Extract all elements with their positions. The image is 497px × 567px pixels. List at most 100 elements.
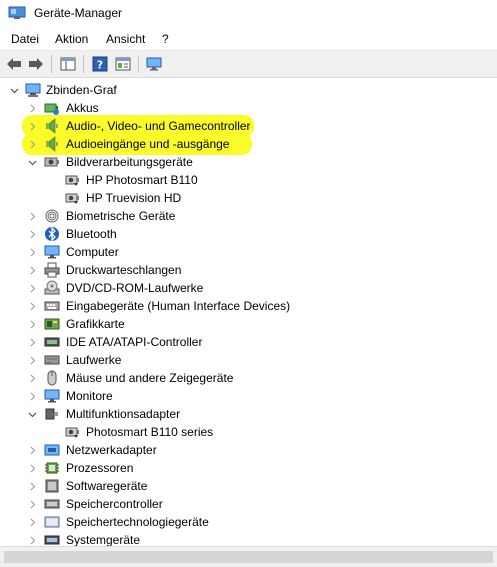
- tree-item[interactable]: Multifunktionsadapter: [0, 405, 497, 423]
- forward-button[interactable]: [26, 54, 46, 74]
- tree-item[interactable]: Audioeingänge und -ausgänge: [0, 133, 497, 155]
- back-button[interactable]: [4, 54, 24, 74]
- tree-root[interactable]: Zbinden-Graf: [0, 81, 497, 99]
- menu-action[interactable]: Aktion: [53, 32, 90, 46]
- speaker-icon: [46, 118, 58, 134]
- back-arrow-icon: [7, 58, 21, 70]
- chevron-right-icon[interactable]: [27, 297, 37, 315]
- scrollbar-thumb[interactable]: [4, 551, 493, 563]
- mouse-icon: [47, 370, 57, 386]
- menu-view[interactable]: Ansicht: [104, 32, 147, 46]
- tree-child-label: Photosmart B110 series: [86, 425, 214, 439]
- chevron-right-icon[interactable]: [27, 477, 37, 495]
- tree-item[interactable]: IDE ATA/ATAPI-Controller: [0, 333, 497, 351]
- tree-root-label: Zbinden-Graf: [46, 83, 117, 97]
- speaker-icon: [46, 136, 58, 152]
- tree-item-label: Bildverarbeitungsgeräte: [66, 155, 193, 169]
- multifunction-icon: [45, 408, 58, 420]
- tree-item[interactable]: Grafikkarte: [0, 315, 497, 333]
- tree-item-label: Laufwerke: [66, 353, 122, 367]
- ide-controller-icon: [44, 337, 60, 347]
- scan-hardware-button[interactable]: [144, 54, 164, 74]
- tree-item[interactable]: Bluetooth: [0, 225, 497, 243]
- tree-item[interactable]: Speichercontroller: [0, 495, 497, 513]
- chevron-right-icon[interactable]: [27, 531, 37, 546]
- chevron-right-icon[interactable]: [27, 333, 37, 351]
- tree-item-label: Druckwarteschlangen: [66, 263, 182, 277]
- tree-item[interactable]: DVD/CD-ROM-Laufwerke: [0, 279, 497, 297]
- help-button[interactable]: ?: [90, 54, 110, 74]
- tree-child-item[interactable]: Photosmart B110 series: [0, 423, 497, 441]
- tree-item-label: Bluetooth: [66, 227, 117, 241]
- tree-item-label: Computer: [66, 245, 119, 259]
- show-hide-console-tree-button[interactable]: [58, 54, 78, 74]
- tree-item[interactable]: Monitore: [0, 387, 497, 405]
- bluetooth-icon: [45, 226, 59, 242]
- tree-item-label: Monitore: [66, 389, 113, 403]
- menu-help[interactable]: ?: [160, 32, 171, 46]
- chevron-right-icon[interactable]: [27, 513, 37, 531]
- hid-icon: [44, 301, 60, 311]
- tree-item[interactable]: Prozessoren: [0, 459, 497, 477]
- console-tree-icon: [60, 57, 76, 71]
- tree-item-label: Speichercontroller: [66, 497, 163, 511]
- chevron-down-icon[interactable]: [9, 81, 19, 99]
- tree-item[interactable]: Druckwarteschlangen: [0, 261, 497, 279]
- chevron-right-icon[interactable]: [27, 261, 37, 279]
- tree-item-label: IDE ATA/ATAPI-Controller: [66, 335, 203, 349]
- tree-child-item[interactable]: HP Truevision HD: [0, 189, 497, 207]
- monitor-icon: [44, 389, 60, 403]
- chevron-down-icon[interactable]: [27, 405, 37, 423]
- svg-text:?: ?: [97, 59, 103, 72]
- chevron-right-icon[interactable]: [27, 279, 37, 297]
- chevron-right-icon[interactable]: [27, 459, 37, 477]
- chevron-right-icon[interactable]: [27, 441, 37, 459]
- chevron-right-icon[interactable]: [27, 351, 37, 369]
- toolbar-separator: [83, 55, 84, 73]
- tree-item[interactable]: Biometrische Geräte: [0, 207, 497, 225]
- tree-item[interactable]: Bildverarbeitungsgeräte: [0, 153, 497, 171]
- menu-file[interactable]: Datei: [9, 32, 41, 46]
- chevron-right-icon[interactable]: [27, 369, 37, 387]
- computer-root-icon: [25, 83, 41, 97]
- tree-item[interactable]: Softwaregeräte: [0, 477, 497, 495]
- camera-icon: [44, 157, 59, 167]
- horizontal-scrollbar[interactable]: [0, 546, 497, 567]
- chevron-right-icon[interactable]: [27, 207, 37, 225]
- help-icon: ?: [92, 56, 108, 72]
- computer-icon: [44, 245, 60, 259]
- chevron-right-icon[interactable]: [27, 315, 37, 333]
- tree-item[interactable]: Netzwerkadapter: [0, 441, 497, 459]
- tree-item-label: Softwaregeräte: [66, 479, 148, 493]
- toolbar-separator: [138, 55, 139, 73]
- storage-tech-icon: [44, 516, 60, 528]
- toolbar-separator: [51, 55, 52, 73]
- processor-icon: [45, 462, 59, 474]
- forward-arrow-icon: [29, 58, 43, 70]
- tree-item[interactable]: Computer: [0, 243, 497, 261]
- chevron-right-icon[interactable]: [27, 225, 37, 243]
- device-manager-app-icon: [8, 6, 26, 19]
- tree-item-label: Speichertechnologiegeräte: [66, 515, 209, 529]
- system-device-icon: [44, 535, 60, 545]
- menu-bar: Datei Aktion Ansicht ?: [0, 28, 497, 51]
- device-view-button[interactable]: [113, 54, 133, 74]
- tree-item-label: Netzwerkadapter: [66, 443, 157, 457]
- tree-item[interactable]: Speichertechnologiegeräte: [0, 513, 497, 531]
- chevron-right-icon[interactable]: [27, 495, 37, 513]
- tree-item[interactable]: Laufwerke: [0, 351, 497, 369]
- tree-item-label: Eingabegeräte (Human Interface Devices): [66, 299, 291, 313]
- tree-item[interactable]: Systemgeräte: [0, 531, 497, 546]
- chevron-right-icon[interactable]: [27, 387, 37, 405]
- chevron-right-icon[interactable]: [27, 135, 37, 153]
- tree-child-label: HP Photosmart B110: [86, 173, 198, 187]
- device-view-icon: [115, 57, 131, 71]
- chevron-down-icon[interactable]: [27, 153, 37, 171]
- device-tree[interactable]: Zbinden-Graf Akkus Audio-, Video- und Game…: [0, 78, 497, 546]
- tree-item-label: DVD/CD-ROM-Laufwerke: [66, 281, 204, 295]
- tree-item[interactable]: Mäuse und andere Zeigegeräte: [0, 369, 497, 387]
- chevron-right-icon[interactable]: [27, 243, 37, 261]
- tree-child-item[interactable]: HP Photosmart B110: [0, 171, 497, 189]
- tree-item-label: Biometrische Geräte: [66, 209, 176, 223]
- tree-item[interactable]: Eingabegeräte (Human Interface Devices): [0, 297, 497, 315]
